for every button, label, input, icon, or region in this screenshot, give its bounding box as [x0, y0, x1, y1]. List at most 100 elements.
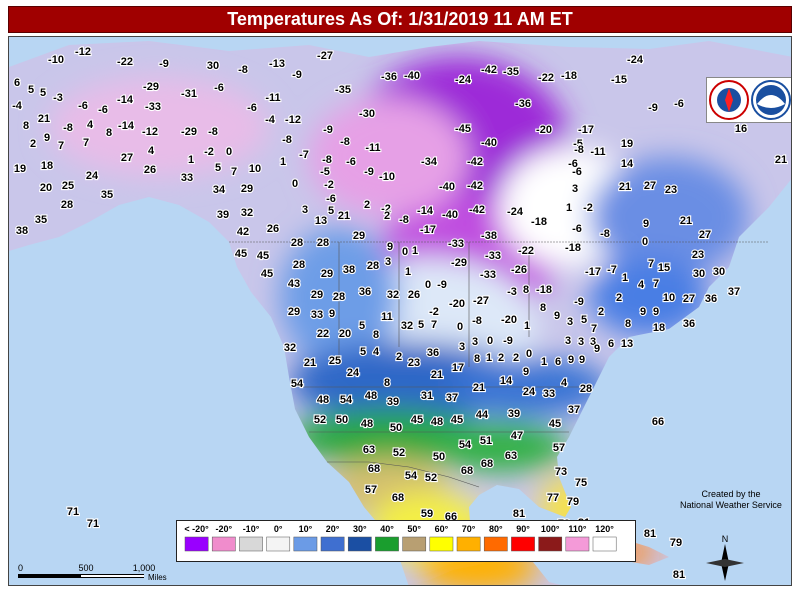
temperature-reading: 45 [257, 250, 269, 262]
temperature-reading: -12 [285, 114, 301, 126]
temperature-reading: 18 [41, 160, 53, 172]
temperature-reading: -24 [627, 54, 644, 66]
temperature-reading: -27 [317, 50, 333, 62]
temperature-reading: -9 [574, 296, 584, 308]
temperature-reading: 7 [58, 140, 64, 152]
compass-north-label: N [722, 534, 729, 544]
temperature-reading: 39 [387, 396, 399, 408]
temperature-reading: -18 [561, 70, 577, 82]
temperature-reading: -7 [607, 264, 617, 276]
temperature-reading: 27 [644, 180, 656, 192]
temperature-reading: 45 [549, 418, 561, 430]
temperature-reading: -11 [590, 146, 605, 158]
temperature-reading: 14 [621, 158, 634, 170]
temperature-reading: 25 [329, 355, 341, 367]
temperature-reading: -3 [507, 286, 517, 298]
temperature-reading: 31 [421, 390, 433, 402]
temperature-reading: 2 [513, 352, 519, 364]
legend-label: -10° [243, 524, 260, 534]
temperature-reading: 73 [555, 466, 567, 478]
temperature-reading: 38 [16, 225, 28, 237]
temperature-reading: -8 [238, 64, 248, 76]
temperature-reading: 7 [431, 319, 437, 331]
temperature-reading: 68 [481, 458, 493, 470]
legend-label: 70° [462, 524, 476, 534]
temperature-reading: -35 [503, 66, 519, 78]
temperature-reading: 29 [311, 289, 323, 301]
temperature-reading: 7 [591, 323, 597, 335]
temperature-reading: -20 [536, 124, 552, 136]
temperature-reading: -31 [181, 88, 197, 100]
temperature-reading: 25 [62, 180, 74, 192]
temperature-reading: 23 [408, 357, 420, 369]
temperature-reading: -9 [648, 102, 658, 114]
temperature-reading: -14 [117, 94, 134, 106]
legend-label: 20° [326, 524, 340, 534]
temperature-map[interactable]: -10 -12 -22 -9 30 -8 -13 -9 -27 -36 -40 -24 -42 -35 -2… [8, 36, 792, 586]
temperature-reading: 2 [30, 138, 36, 150]
temperature-reading: 30 [207, 60, 219, 72]
temperature-reading: -10 [48, 54, 64, 66]
temperature-reading: 3 [578, 336, 584, 348]
temperature-reading: 5 [418, 319, 424, 331]
temperature-reading: -8 [399, 214, 409, 226]
temperature-reading: -24 [455, 74, 472, 86]
temperature-reading: 28 [61, 199, 73, 211]
temperature-reading: -35 [335, 84, 351, 96]
temperature-reading: -12 [75, 46, 91, 58]
temperature-reading: 27 [121, 152, 133, 164]
temperature-reading: -36 [381, 71, 397, 83]
temperature-reading: 2 [384, 210, 390, 222]
temperature-reading: -20 [449, 298, 465, 310]
legend-label: 60° [435, 524, 449, 534]
legend-swatch [347, 536, 372, 552]
temperature-reading: -22 [538, 72, 554, 84]
scale-label-500: 500 [78, 563, 93, 573]
agency-logos [706, 77, 791, 123]
temperature-reading: -6 [78, 100, 88, 112]
temperature-reading: 21 [680, 215, 692, 227]
temperature-reading: 68 [392, 492, 404, 504]
temperature-reading: 6 [14, 77, 20, 89]
temperature-reading: 59 [421, 508, 433, 520]
temperature-reading: 10 [663, 292, 675, 304]
legend-label: 90° [516, 524, 530, 534]
temperature-reading: 81 [513, 508, 525, 520]
temperature-reading: 45 [451, 414, 463, 426]
legend-swatch [592, 536, 617, 552]
compass-rose: N [702, 533, 748, 583]
temperature-legend: < -20° -20° -10° 0° 10° 20° 30° 40° 50° 60° 70° 80°… [176, 520, 636, 562]
temperature-reading: -42 [467, 180, 483, 192]
temperature-reading: -40 [439, 181, 455, 193]
legend-swatch [320, 536, 345, 552]
temperature-reading: 28 [293, 259, 305, 271]
temperature-reading: -6 [346, 156, 356, 168]
temperature-reading: 71 [87, 518, 99, 530]
temperature-reading: 45 [411, 414, 423, 426]
temperature-reading: 42 [237, 226, 249, 238]
temperature-reading: 37 [728, 286, 740, 298]
temperature-reading: 0 [642, 236, 648, 248]
temperature-reading: -42 [467, 156, 483, 168]
temperature-reading: 36 [705, 293, 717, 305]
noaa-logo [751, 80, 791, 120]
temperature-reading: 20 [40, 182, 52, 194]
temperature-reading: -42 [469, 204, 485, 216]
temperature-reading: 21 [473, 382, 485, 394]
temperature-reading: 29 [353, 230, 365, 242]
temperature-reading: 51 [480, 435, 492, 447]
legend-swatch [402, 536, 427, 552]
temperature-reading: 26 [408, 289, 420, 301]
legend-swatch [375, 536, 399, 552]
legend-swatch [429, 536, 454, 552]
legend-label: -20° [215, 524, 232, 534]
temperature-reading: 32 [284, 342, 296, 354]
temperature-reading: 48 [365, 390, 377, 402]
legend-label: 0° [274, 524, 283, 534]
temperature-reading: 5 [360, 346, 366, 358]
scale-units: Miles [148, 573, 167, 582]
temperature-reading: -8 [322, 154, 332, 166]
legend-swatch [239, 536, 263, 552]
temperature-reading: 52 [393, 447, 405, 459]
temperature-reading: -40 [404, 70, 420, 82]
